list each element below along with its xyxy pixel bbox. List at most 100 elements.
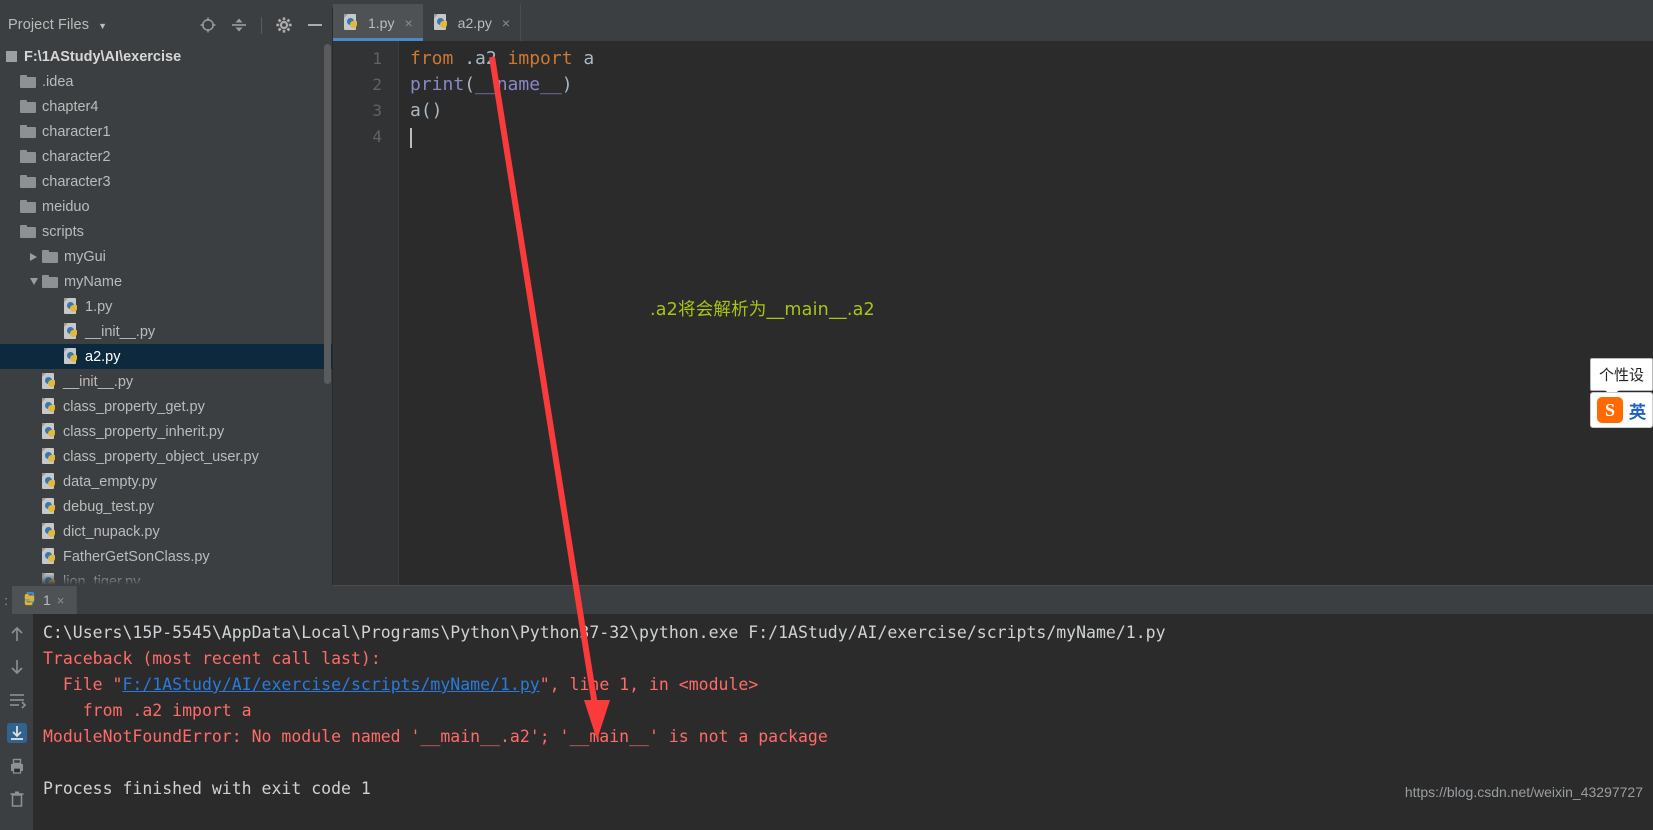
python-file-icon bbox=[42, 423, 58, 440]
code-line bbox=[410, 124, 1653, 150]
tree-row[interactable]: meiduo bbox=[0, 194, 332, 219]
gear-icon[interactable] bbox=[275, 16, 293, 34]
tree-row-label: FatherGetSonClass.py bbox=[63, 548, 210, 565]
tree-row[interactable]: class_property_object_user.py bbox=[0, 444, 332, 469]
project-panel: Project Files ▼ F:\1AStudy\AI\exercise .… bbox=[0, 8, 333, 585]
print-icon[interactable] bbox=[7, 756, 27, 776]
console-file-link[interactable]: F:/1AStudy/AI/exercise/scripts/myName/1.… bbox=[122, 675, 539, 694]
trash-icon[interactable] bbox=[7, 789, 27, 809]
chevron-down-icon[interactable] bbox=[26, 275, 41, 289]
folder-icon bbox=[20, 150, 36, 163]
toolbar-divider bbox=[261, 16, 262, 34]
scroll-to-end-icon[interactable] bbox=[6, 723, 27, 743]
annotation-text: .a2将会解析为__main__.a2 bbox=[650, 300, 875, 320]
console-text: ModuleNotFoundError: No module named '__… bbox=[43, 727, 828, 746]
soft-wrap-icon[interactable] bbox=[7, 690, 27, 710]
tree-row[interactable]: character3 bbox=[0, 169, 332, 194]
code-content[interactable]: from .a2 import a print(__name__) a() bbox=[399, 41, 1653, 586]
console-text: ", line 1, in <module> bbox=[539, 675, 759, 694]
tree-row[interactable]: a2.py bbox=[0, 344, 332, 369]
tree-row[interactable]: debug_test.py bbox=[0, 494, 332, 519]
project-tree-scrollbar[interactable] bbox=[324, 44, 331, 384]
project-panel-title: Project Files bbox=[8, 17, 90, 33]
code-token: __name__ bbox=[475, 74, 562, 95]
tree-row[interactable]: character2 bbox=[0, 144, 332, 169]
chevron-down-icon[interactable]: ▼ bbox=[98, 21, 107, 31]
python-file-icon bbox=[42, 373, 58, 390]
locate-icon[interactable] bbox=[199, 16, 217, 34]
editor-area: 1.py × a2.py × 1234 from .a2 import a print(… bbox=[333, 0, 1653, 586]
code-token: import bbox=[507, 48, 573, 69]
down-arrow-icon[interactable] bbox=[7, 657, 27, 677]
pycharm-window: Project Files ▼ F:\1AStudy\AI\exercise .… bbox=[0, 0, 1653, 830]
tree-row-label: .idea bbox=[42, 73, 74, 90]
editor-tab[interactable]: 1.py × bbox=[333, 4, 423, 41]
line-number: 3 bbox=[372, 101, 382, 120]
tree-row-root[interactable]: F:\1AStudy\AI\exercise bbox=[0, 44, 332, 69]
code-token: print bbox=[410, 74, 465, 95]
code-line: a() bbox=[410, 98, 1653, 124]
project-tree: F:\1AStudy\AI\exercise .idea chapter4 char… bbox=[0, 42, 332, 585]
tree-row-label: __init__.py bbox=[85, 323, 156, 340]
folder-icon bbox=[42, 275, 58, 288]
console-toolbar bbox=[0, 614, 33, 830]
code-editor[interactable]: 1234 from .a2 import a print(__name__) a() bbox=[333, 41, 1653, 586]
ime-toolbar[interactable]: S 英 bbox=[1590, 392, 1653, 428]
tree-row-label: character1 bbox=[42, 123, 111, 140]
folder-icon bbox=[20, 225, 36, 238]
python-run-icon bbox=[22, 591, 37, 609]
close-icon[interactable]: × bbox=[404, 15, 412, 31]
editor-tab[interactable]: a2.py × bbox=[423, 4, 520, 41]
console-tabbar: : 1 × bbox=[0, 586, 1653, 614]
python-file-icon bbox=[42, 398, 58, 415]
chevron-right-icon[interactable] bbox=[26, 250, 41, 264]
tree-row-label: dict_nupack.py bbox=[63, 523, 160, 540]
tree-row[interactable]: scripts bbox=[0, 219, 332, 244]
tree-row-label: scripts bbox=[42, 223, 84, 240]
tree-row[interactable]: class_property_get.py bbox=[0, 394, 332, 419]
tree-row[interactable]: dict_nupack.py bbox=[0, 519, 332, 544]
folder-icon bbox=[20, 125, 36, 138]
tree-row[interactable]: myName bbox=[0, 269, 332, 294]
console-tabbar-empty bbox=[76, 586, 1653, 614]
ime-mode-label[interactable]: 英 bbox=[1629, 398, 1646, 423]
tree-row[interactable]: chapter4 bbox=[0, 94, 332, 119]
console-line: ModuleNotFoundError: No module named '__… bbox=[43, 724, 1653, 750]
tree-row[interactable]: class_property_inherit.py bbox=[0, 419, 332, 444]
line-number-gutter: 1 2 3 4 bbox=[333, 41, 399, 586]
code-token: .a2 bbox=[453, 48, 508, 69]
tree-row[interactable]: FatherGetSonClass.py bbox=[0, 544, 332, 569]
python-file-icon bbox=[42, 498, 58, 515]
collapse-all-icon[interactable] bbox=[230, 16, 248, 34]
folder-icon bbox=[20, 75, 36, 88]
ime-tooltip[interactable]: 个性设 bbox=[1589, 358, 1653, 397]
console-tab-1[interactable]: 1 × bbox=[12, 586, 77, 614]
tree-row[interactable]: 1.py bbox=[0, 294, 332, 319]
tree-row[interactable]: .idea bbox=[0, 69, 332, 94]
close-icon[interactable]: × bbox=[57, 593, 65, 608]
tree-row[interactable]: __init__.py bbox=[0, 319, 332, 344]
up-arrow-icon[interactable] bbox=[7, 624, 27, 644]
python-file-icon bbox=[64, 323, 80, 340]
tree-row[interactable]: data_empty.py bbox=[0, 469, 332, 494]
tree-row-label: myName bbox=[64, 273, 123, 290]
tree-row-label: 1.py bbox=[85, 298, 113, 315]
console-gutter-colon: : bbox=[4, 592, 8, 608]
tree-row[interactable]: __init__.py bbox=[0, 369, 332, 394]
close-icon[interactable]: × bbox=[502, 15, 510, 31]
tree-row[interactable]: character1 bbox=[0, 119, 332, 144]
minimize-icon[interactable] bbox=[306, 16, 324, 34]
run-console-panel: : 1 × C:\Users\15P-5545\AppData\Local\Pr… bbox=[0, 586, 1653, 830]
tree-row[interactable]: myGui bbox=[0, 244, 332, 269]
sogou-logo-icon[interactable]: S bbox=[1597, 397, 1623, 423]
tree-row-label: class_property_get.py bbox=[63, 398, 205, 415]
